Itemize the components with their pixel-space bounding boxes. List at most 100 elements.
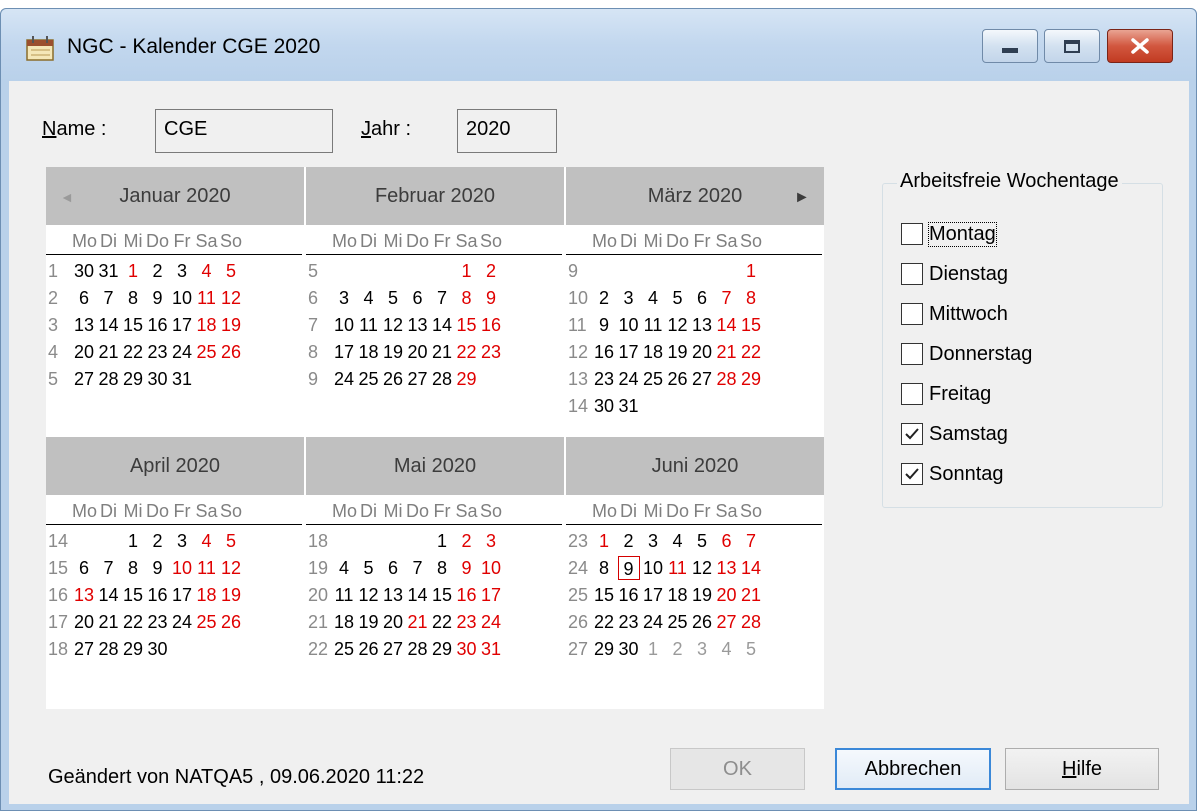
calendar-day[interactable]: 27 xyxy=(716,610,738,634)
calendar-day[interactable]: 3 xyxy=(642,529,664,553)
ok-button[interactable]: OK xyxy=(670,748,805,790)
calendar-day[interactable]: 11 xyxy=(358,313,380,337)
calendar-day[interactable]: 9 xyxy=(456,556,478,580)
calendar-day[interactable]: 23 xyxy=(456,610,478,634)
calendar-day[interactable]: 3 xyxy=(480,529,502,553)
calendar-day[interactable]: 5 xyxy=(667,286,689,310)
calendar-day[interactable]: 25 xyxy=(358,367,380,391)
cancel-button[interactable]: Abbrechen xyxy=(835,748,991,790)
calendar-day[interactable]: 31 xyxy=(171,367,193,391)
weekday-checkbox-row[interactable]: Mittwoch xyxy=(901,302,1008,326)
calendar-day[interactable]: 7 xyxy=(431,286,453,310)
calendar-day[interactable]: 31 xyxy=(480,637,502,661)
checkbox[interactable] xyxy=(901,223,923,245)
checkbox[interactable] xyxy=(901,383,923,405)
calendar-day[interactable]: 13 xyxy=(691,313,713,337)
calendar-day[interactable]: 2 xyxy=(593,286,615,310)
month-title[interactable]: Juni 2020 xyxy=(566,437,824,495)
calendar-day[interactable]: 28 xyxy=(98,367,120,391)
calendar-day[interactable]: 3 xyxy=(333,286,355,310)
month-calendar[interactable]: Januar 2020 ◄ Mo Di Mi Do Fr Sa So 1 30 31 1 2 3 4 5 2 6 7 8… xyxy=(46,167,824,709)
maximize-button[interactable] xyxy=(1044,29,1100,63)
calendar-day[interactable]: 31 xyxy=(98,259,120,283)
calendar-day[interactable]: 18 xyxy=(642,340,664,364)
calendar-day[interactable]: 24 xyxy=(480,610,502,634)
calendar-day[interactable]: 10 xyxy=(480,556,502,580)
calendar-day[interactable]: 1 xyxy=(740,259,762,283)
calendar-day[interactable]: 29 xyxy=(593,637,615,661)
calendar-day[interactable]: 19 xyxy=(382,340,404,364)
calendar-day[interactable]: 7 xyxy=(98,286,120,310)
calendar-day[interactable]: 22 xyxy=(431,610,453,634)
prev-month-icon[interactable]: ◄ xyxy=(60,189,74,205)
calendar-day[interactable]: 30 xyxy=(618,637,640,661)
calendar-day[interactable]: 7 xyxy=(740,529,762,553)
calendar-day[interactable]: 6 xyxy=(407,286,429,310)
calendar-day[interactable]: 4 xyxy=(716,637,738,661)
calendar-day[interactable]: 5 xyxy=(220,259,242,283)
calendar-day[interactable]: 10 xyxy=(642,556,664,580)
calendar-day[interactable]: 22 xyxy=(740,340,762,364)
minimize-button[interactable] xyxy=(982,29,1038,63)
year-field[interactable]: 2020 xyxy=(457,109,557,153)
calendar-day[interactable]: 15 xyxy=(740,313,762,337)
calendar-day[interactable]: 2 xyxy=(147,529,169,553)
calendar-day[interactable]: 18 xyxy=(333,610,355,634)
calendar-day[interactable]: 17 xyxy=(171,313,193,337)
calendar-day[interactable]: 2 xyxy=(147,259,169,283)
calendar-day[interactable]: 3 xyxy=(618,286,640,310)
calendar-day[interactable]: 18 xyxy=(667,583,689,607)
calendar-day[interactable]: 16 xyxy=(593,340,615,364)
calendar-day[interactable]: 13 xyxy=(382,583,404,607)
calendar-day[interactable]: 8 xyxy=(740,286,762,310)
calendar-day[interactable]: 15 xyxy=(456,313,478,337)
month-title[interactable]: Januar 2020 xyxy=(46,167,304,225)
close-button[interactable] xyxy=(1107,29,1173,63)
weekday-checkbox-row[interactable]: Montag xyxy=(901,221,997,247)
calendar-day[interactable]: 25 xyxy=(196,340,218,364)
calendar-day[interactable]: 23 xyxy=(147,340,169,364)
calendar-day[interactable]: 13 xyxy=(716,556,738,580)
calendar-day[interactable]: 23 xyxy=(593,367,615,391)
calendar-day[interactable]: 2 xyxy=(618,529,640,553)
calendar-day[interactable]: 5 xyxy=(691,529,713,553)
calendar-day[interactable]: 5 xyxy=(740,637,762,661)
calendar-day[interactable]: 1 xyxy=(593,529,615,553)
calendar-day[interactable]: 15 xyxy=(122,313,144,337)
calendar-day[interactable]: 30 xyxy=(456,637,478,661)
calendar-day[interactable]: 25 xyxy=(667,610,689,634)
calendar-day[interactable]: 24 xyxy=(642,610,664,634)
calendar-day[interactable]: 6 xyxy=(73,286,95,310)
calendar-day[interactable]: 11 xyxy=(667,556,689,580)
calendar-day[interactable]: 6 xyxy=(73,556,95,580)
calendar-day[interactable]: 15 xyxy=(431,583,453,607)
calendar-day[interactable]: 14 xyxy=(740,556,762,580)
calendar-day[interactable]: 20 xyxy=(73,610,95,634)
calendar-day[interactable]: 17 xyxy=(171,583,193,607)
calendar-day[interactable]: 11 xyxy=(196,286,218,310)
calendar-day[interactable]: 21 xyxy=(98,340,120,364)
calendar-day[interactable]: 4 xyxy=(333,556,355,580)
name-field[interactable]: CGE xyxy=(155,109,333,153)
calendar-day[interactable]: 27 xyxy=(73,637,95,661)
calendar-day[interactable]: 3 xyxy=(171,259,193,283)
calendar-day[interactable]: 18 xyxy=(358,340,380,364)
calendar-day[interactable]: 24 xyxy=(171,610,193,634)
calendar-day[interactable]: 26 xyxy=(220,340,242,364)
calendar-day[interactable]: 10 xyxy=(171,556,193,580)
calendar-day[interactable]: 2 xyxy=(480,259,502,283)
calendar-day[interactable]: 11 xyxy=(333,583,355,607)
calendar-day[interactable]: 22 xyxy=(122,340,144,364)
checkbox[interactable] xyxy=(901,463,923,485)
calendar-day[interactable]: 9 xyxy=(593,313,615,337)
calendar-day[interactable]: 28 xyxy=(716,367,738,391)
calendar-day[interactable]: 24 xyxy=(171,340,193,364)
calendar-day[interactable]: 3 xyxy=(171,529,193,553)
calendar-day[interactable]: 27 xyxy=(691,367,713,391)
calendar-day[interactable]: 28 xyxy=(431,367,453,391)
checkbox[interactable] xyxy=(901,343,923,365)
calendar-day[interactable]: 19 xyxy=(358,610,380,634)
weekday-checkbox-row[interactable]: Freitag xyxy=(901,382,991,406)
calendar-day[interactable]: 27 xyxy=(382,637,404,661)
calendar-day[interactable]: 1 xyxy=(431,529,453,553)
